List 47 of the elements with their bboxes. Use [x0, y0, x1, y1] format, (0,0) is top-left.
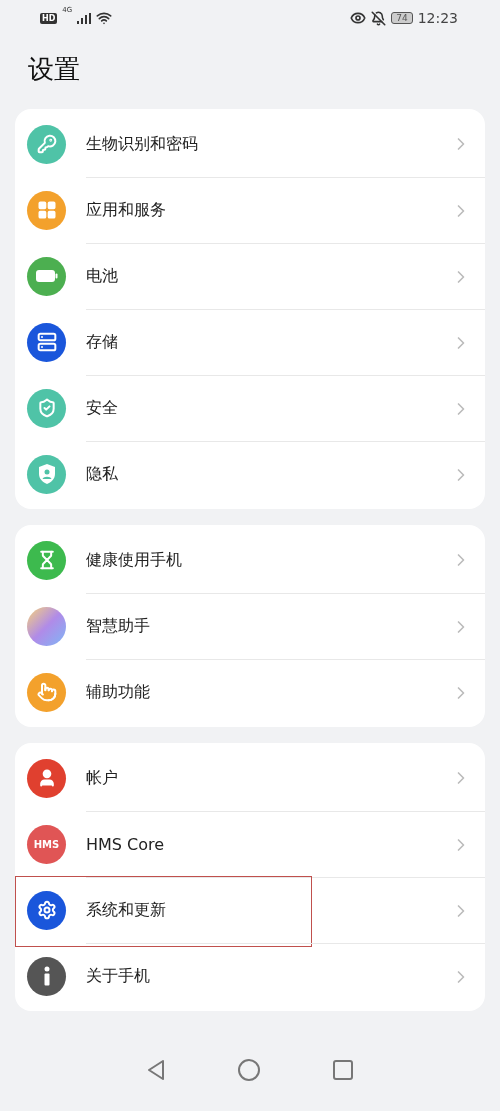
item-label: 辅助功能	[86, 682, 151, 703]
settings-item[interactable]: 应用和服务	[15, 177, 485, 243]
item-label: 智慧助手	[86, 616, 151, 637]
item-label: 生物识别和密码	[86, 133, 199, 155]
info-icon	[42, 966, 51, 986]
settings-item[interactable]: 健康使用手机	[15, 527, 485, 593]
recents-icon[interactable]	[332, 1059, 355, 1081]
gear-icon	[36, 900, 57, 920]
wifi-icon	[96, 10, 113, 26]
storage-icon	[36, 332, 57, 352]
settings-item[interactable]: 生物识别和密码	[15, 111, 485, 177]
settings-item[interactable]: HMS HMS Core	[15, 811, 485, 877]
signal-icon	[77, 12, 92, 24]
item-label: 健康使用手机	[86, 549, 183, 571]
battery-level: 74	[391, 12, 413, 24]
item-label: 系统和更新	[86, 900, 167, 921]
shield-user-icon	[36, 463, 57, 485]
apps-icon	[36, 200, 57, 220]
hd-badge: HD	[40, 12, 58, 24]
settings-item[interactable]: 电池	[15, 243, 485, 309]
settings-item[interactable]: 存储	[15, 309, 485, 375]
settings-item[interactable]: 帐户	[15, 745, 485, 811]
bell-off-icon	[371, 10, 387, 26]
hms-logo-text: HMS	[33, 838, 60, 850]
settings-item[interactable]: 智慧助手	[15, 593, 485, 659]
settings-item[interactable]: 隐私	[15, 441, 485, 507]
item-label: 帐户	[86, 767, 119, 789]
settings-item[interactable]: 系统和更新	[15, 877, 485, 943]
item-label: 关于手机	[86, 966, 151, 987]
item-label: 存储	[86, 332, 119, 353]
eye-icon	[350, 10, 367, 26]
back-icon[interactable]	[145, 1059, 166, 1081]
item-label: 电池	[86, 266, 119, 287]
item-label: 应用和服务	[86, 200, 167, 221]
clock: 12:23	[417, 10, 458, 26]
shield-icon	[36, 398, 57, 418]
settings-item[interactable]: 关于手机	[15, 943, 485, 1009]
item-label: HMS Core	[86, 835, 166, 854]
item-label: 安全	[86, 398, 119, 419]
key-icon	[36, 134, 57, 154]
page-title: 设置	[28, 53, 81, 86]
settings-item[interactable]: 辅助功能	[15, 659, 485, 725]
item-label: 隐私	[86, 464, 119, 485]
battery-icon	[35, 269, 58, 283]
home-icon[interactable]	[237, 1058, 261, 1082]
settings-item[interactable]: 安全	[15, 375, 485, 441]
hand-icon	[36, 682, 57, 702]
